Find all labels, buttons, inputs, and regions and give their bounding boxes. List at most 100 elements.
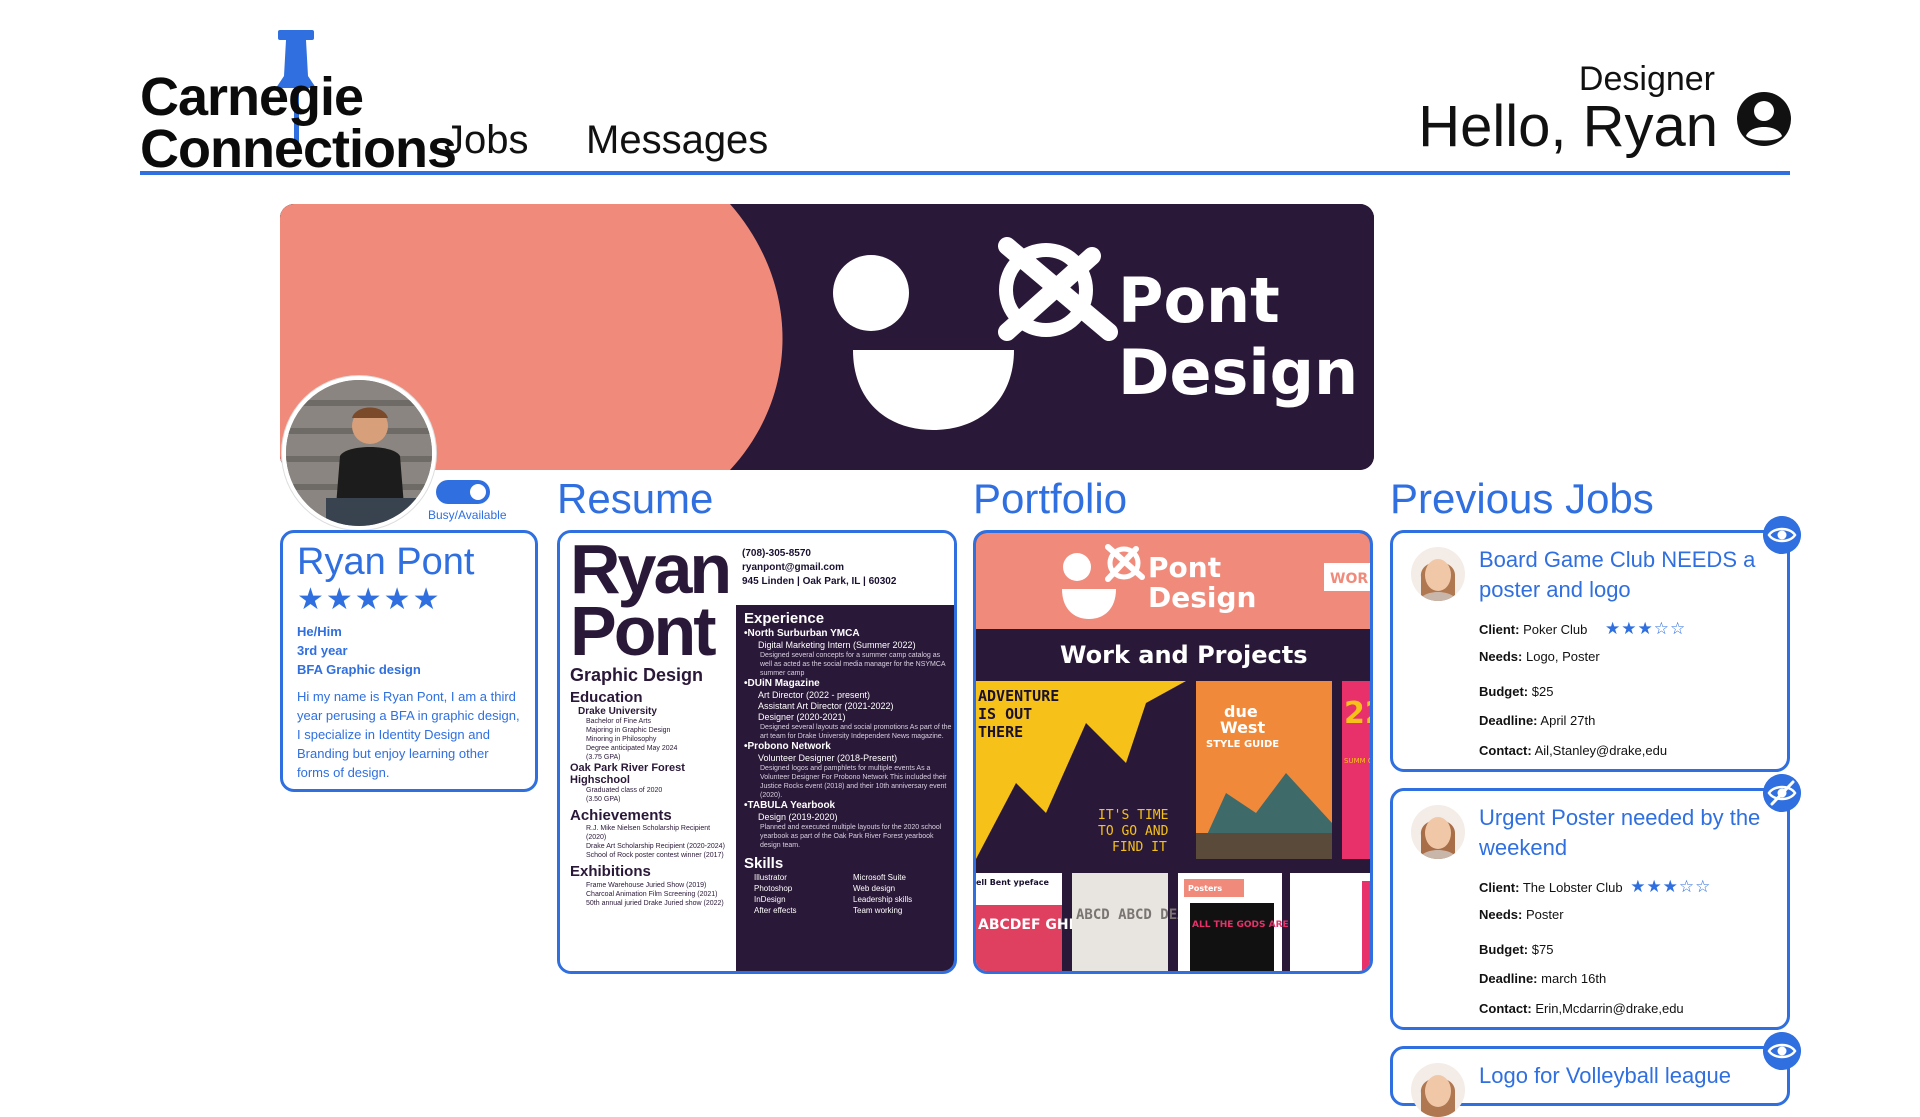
availability-toggle[interactable] <box>436 480 490 504</box>
resume-achievement: Drake Art Scholarship Recipient (2020-20… <box>586 843 725 851</box>
job-client-rating: ★★★☆☆ <box>1605 619 1687 638</box>
resume-preview[interactable]: Ryan Pont Graphic Design Education Drake… <box>557 530 957 974</box>
resume-contact: (708)-305-8570 ryanpont@gmail.com 945 Li… <box>736 533 954 611</box>
job-card[interactable]: Logo for Volleyball league <box>1390 1046 1790 1117</box>
banner-brand-line2: Design <box>1118 336 1358 409</box>
job-needs-label: Needs: <box>1479 907 1523 922</box>
resume-address: 945 Linden | Oak Park, IL | 60302 <box>742 576 897 587</box>
job-needs-row: Needs: Logo, Poster <box>1479 649 1600 665</box>
resume-edu-line: Bachelor of Fine Arts <box>586 717 651 725</box>
resume-name-line1: Ryan <box>570 530 732 608</box>
portfolio-card1-text: THERE <box>978 723 1023 741</box>
resume-subtitle: Graphic Design <box>570 665 704 686</box>
profile-rating: ★★★★★ <box>297 582 442 616</box>
resume-skill: After effects <box>754 906 797 915</box>
resume-exp-role: Assistant Art Director (2021-2022) <box>758 700 894 711</box>
previous-jobs-heading: Previous Jobs <box>1390 475 1654 522</box>
resume-heading: Resume <box>557 475 714 522</box>
brand-logo[interactable]: Carnegie Connections <box>140 26 457 176</box>
eye-off-icon[interactable] <box>1763 774 1801 812</box>
resume-achievements-title: Achievements <box>570 806 672 824</box>
resume-exp-org: •DUiN Magazine <box>744 677 820 689</box>
job-title[interactable]: Logo for Volleyball league <box>1479 1061 1779 1091</box>
resume-exp-desc: Planned and executed multiple layouts fo… <box>760 823 942 849</box>
portfolio-card1-tagline: IT'S TIME <box>1098 808 1168 823</box>
resume-edu-line: Minoring in Philosophy <box>586 735 657 743</box>
job-deadline-row: Deadline: march 16th <box>1479 971 1606 987</box>
account-circle-icon[interactable] <box>1735 90 1793 148</box>
job-client: The Lobster Club <box>1522 880 1623 895</box>
resume-exp-org: •Probono Network <box>744 740 831 752</box>
resume-edu-line: Degree anticipated May 2024 <box>586 744 678 752</box>
resume-exp-desc: Designed several layouts and social prom… <box>760 723 952 740</box>
job-title[interactable]: Board Game Club NEEDS a poster and logo <box>1479 545 1779 605</box>
resume-exp-desc: Designed several concepts for a summer c… <box>760 651 946 677</box>
job-deadline: April 27th <box>1540 713 1596 728</box>
job-contact: Erin,Mcdarrin@drake,edu <box>1535 1001 1684 1016</box>
resume-skill: Illustrator <box>754 873 787 882</box>
resume-phone: (708)-305-8570 <box>742 548 811 559</box>
portfolio-heading: Portfolio <box>973 475 1128 522</box>
job-needs: Poster <box>1525 907 1564 922</box>
job-deadline: march 16th <box>1541 971 1607 986</box>
job-client-rating: ★★★☆☆ <box>1630 877 1712 896</box>
brand-name-line2: Connections <box>140 119 457 179</box>
eye-icon[interactable] <box>1763 516 1801 554</box>
job-budget-label: Budget: <box>1479 684 1529 699</box>
portfolio-card3-label: SUMM CAMP GUIDE <box>1344 757 1370 765</box>
portfolio-card1-tagline: TO GO AND <box>1098 824 1169 839</box>
profile-pronouns: He/Him <box>297 623 342 639</box>
resume-skill: Photoshop <box>754 884 793 893</box>
resume-right-column: (708)-305-8570 ryanpont@gmail.com 945 Li… <box>736 533 954 971</box>
resume-edu-line: (3.75 GPA) <box>586 753 621 761</box>
job-budget-row: Budget: $75 <box>1479 942 1553 958</box>
resume-experience-title: Experience <box>744 610 825 627</box>
portfolio-graphic: Pont Design WOR Work and Projects ADVENT… <box>976 533 1370 971</box>
portfolio-bottom2-letters: ABCD ABCD DEAD <box>1076 907 1194 923</box>
profile-program: BFA Graphic design <box>297 661 421 677</box>
availability-label: Busy/Available <box>428 508 507 522</box>
resume-exhibition: Frame Warehouse Juried Show (2019) <box>586 881 707 889</box>
job-deadline-label: Deadline: <box>1479 713 1538 728</box>
job-client-row: Client: Poker Club ★★★☆☆ <box>1479 619 1687 638</box>
job-contact-row: Contact: Ail,Stanley@drake,edu <box>1479 743 1667 759</box>
portfolio-heading-text: Work and Projects <box>1060 641 1307 669</box>
job-deadline-label: Deadline: <box>1479 971 1538 986</box>
job-deadline-row: Deadline: April 27th <box>1479 713 1595 729</box>
resume-edu-school1: Drake University <box>578 705 657 717</box>
portfolio-card2-brand: West <box>1220 718 1265 737</box>
header-divider <box>140 171 1790 175</box>
resume-skill: Team working <box>853 906 903 915</box>
profile-name: Ryan Pont <box>297 541 475 583</box>
resume-edu-school2: Oak Park River Forest Highschool <box>570 761 685 786</box>
resume-edu-line: Majoring in Graphic Design <box>586 726 671 734</box>
banner-graphic: Pont Design <box>280 204 1374 470</box>
resume-left-column: Ryan Pont Graphic Design Education Drake… <box>560 533 736 971</box>
nav-jobs[interactable]: Jobs <box>444 120 529 160</box>
eye-icon[interactable] <box>1763 1032 1801 1070</box>
job-needs: Logo, Poster <box>1525 649 1600 664</box>
portfolio-card3-number: 22 <box>1344 696 1370 731</box>
resume-edu-line: (3.50 GPA) <box>586 795 621 803</box>
job-contact: Ail,Stanley@drake,edu <box>1534 743 1668 758</box>
profile-bio: Hi my name is Ryan Pont, I am a third ye… <box>297 688 520 780</box>
job-title[interactable]: Urgent Poster needed by the weekend <box>1479 803 1779 863</box>
user-role: Designer <box>1578 60 1715 98</box>
resume-skills-title: Skills <box>744 854 784 872</box>
job-contact-label: Contact: <box>1479 1001 1532 1016</box>
portfolio-bottom1-label: ell Bent ypeface <box>976 878 1050 887</box>
portfolio-preview[interactable]: Pont Design WOR Work and Projects ADVENT… <box>973 530 1373 974</box>
job-card[interactable]: Board Game Club NEEDS a poster and logo … <box>1390 530 1790 772</box>
portfolio-card1-tagline: FIND IT <box>1112 840 1167 855</box>
job-client-label: Client: <box>1479 622 1520 637</box>
profile-avatar[interactable] <box>282 376 436 530</box>
job-card[interactable]: Urgent Poster needed by the weekend Clie… <box>1390 788 1790 1030</box>
client-avatar <box>1411 805 1465 859</box>
resume-education-title: Education <box>570 689 643 707</box>
resume-experience-panel: Experience •North Surburban YMCA Digital… <box>736 605 954 971</box>
resume-exp-role: Art Director (2022 - present) <box>758 689 871 700</box>
nav-messages[interactable]: Messages <box>586 120 768 160</box>
toggle-knob <box>470 484 486 500</box>
resume-exp-desc: Designed logos and pamphlets for multipl… <box>760 764 947 799</box>
resume-exhibition: Charcoal Animation Film Screening (2021) <box>586 890 718 898</box>
